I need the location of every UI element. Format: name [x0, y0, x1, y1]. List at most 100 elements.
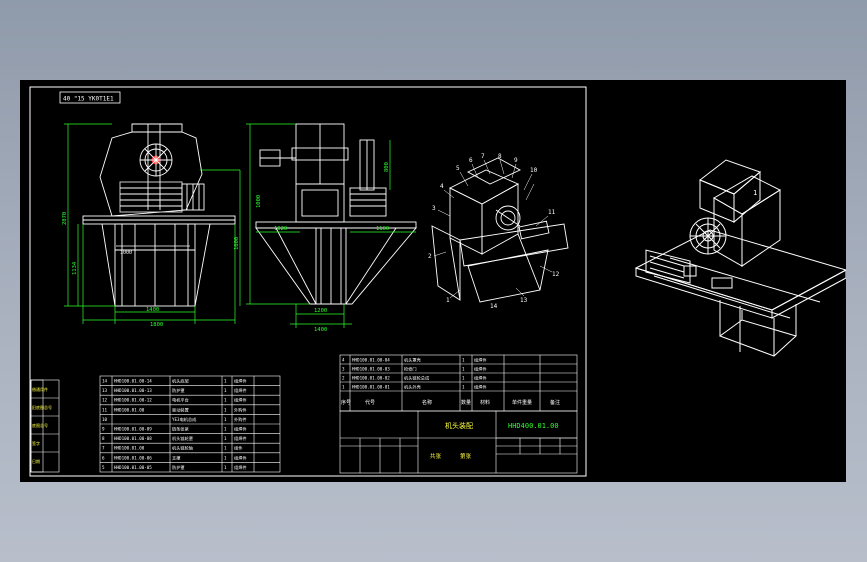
dim-side-top: 800 — [384, 162, 390, 172]
dim-front-base-b: 1800 — [150, 322, 163, 328]
balloon-9: 9 — [514, 157, 518, 164]
dim-side-base-a: 1200 — [314, 308, 327, 314]
part-row-qty: 1 — [224, 465, 227, 470]
part-row-name: 驱动装置 — [172, 406, 189, 413]
parts-header-cell: 代号 — [365, 399, 375, 406]
part-row-name: 防护罩 — [172, 464, 185, 471]
part-row-material: 组焊件 — [474, 366, 487, 373]
balloon-11: 11 — [548, 209, 556, 216]
part-row-name: 电机平台 — [172, 397, 189, 404]
part-row-name: 机头外壳 — [404, 384, 422, 391]
balloon-5: 5 — [456, 165, 460, 172]
part-row-qty: 1 — [224, 436, 227, 441]
part-row-material: 组焊件 — [234, 426, 247, 433]
part-row-qty: 1 — [224, 398, 227, 403]
part-row-no: 11 — [102, 407, 108, 412]
parts-header-cell: 名称 — [422, 399, 432, 406]
cad-drawing: 40 "15 YK0T1E1 2870 1134 1000 1400 1800 … — [29, 86, 846, 477]
part-row-no: 10 — [102, 417, 108, 422]
part-row-no: 3 — [342, 367, 345, 372]
part-row-qty: 1 — [462, 367, 465, 372]
part-row-code: HHD100.01.00-05 — [114, 465, 152, 470]
left-label-2: 底图总号 — [32, 422, 48, 428]
part-row-code: HHD100.01.00-09 — [114, 427, 152, 432]
side-view — [255, 123, 417, 305]
part-row-material: 组焊件 — [474, 375, 487, 382]
part-row-code: HHD100.01.00-13 — [114, 388, 152, 393]
balloon-8: 8 — [498, 153, 502, 160]
isometric-render — [634, 159, 846, 357]
dim-side-base-b: 1400 — [314, 327, 327, 333]
part-row-qty: 1 — [224, 427, 227, 432]
balloon-1: 1 — [446, 297, 450, 304]
part-row-code: HHD100.01.00-02 — [352, 376, 390, 381]
part-row-code: HHD100.01.00-12 — [114, 398, 152, 403]
part-row-no: 5 — [102, 465, 105, 470]
left-label-3: 签字 — [32, 440, 40, 446]
part-row-qty: 1 — [462, 358, 465, 363]
part-row-qty: 1 — [224, 388, 227, 393]
part-row-qty: 1 — [224, 417, 227, 422]
dim-front-top: 1000 — [120, 250, 132, 256]
balloon-labels: 5 6 7 8 9 10 4 3 2 1 11 12 13 14 — [428, 153, 560, 310]
isometric-view-small — [431, 157, 569, 303]
balloon-12: 12 — [552, 271, 560, 278]
part-row-material: 组焊件 — [234, 454, 247, 461]
parts-header-cell: 单件重量 — [512, 399, 532, 406]
sheet-frame — [29, 86, 587, 477]
part-row-qty: 1 — [462, 385, 465, 390]
count-label: 共张 — [430, 452, 442, 460]
dim-front-lower: 1000 — [234, 237, 240, 250]
balloon-2: 2 — [428, 253, 432, 260]
part-row-no: 13 — [102, 388, 108, 393]
part-row-code: HHD100.01.00-04 — [352, 358, 390, 363]
dim-front-height: 2870 — [62, 212, 68, 225]
balloon-13: 13 — [520, 297, 528, 304]
part-row-code: HHD100.01.00 — [114, 446, 145, 451]
part-row-no: 2 — [342, 376, 345, 381]
dim-front-base-a: 1400 — [146, 307, 159, 313]
part-row-code: HHD100.01.00 — [114, 407, 145, 412]
assembly-name: 机头装配 — [445, 421, 473, 430]
part-row-material: 组焊件 — [234, 435, 247, 442]
part-row-name: 防护罩 — [172, 387, 185, 394]
part-row-material: 组焊件 — [234, 464, 247, 471]
left-label-1: 旧底图总号 — [32, 404, 52, 410]
part-row-qty: 1 — [224, 455, 227, 460]
left-label-4: 日期 — [32, 458, 40, 464]
left-label-0: 借通用件 — [32, 386, 48, 392]
part-row-name: 机头罩壳 — [404, 357, 422, 364]
part-row-material: 组焊件 — [474, 357, 487, 364]
part-row-no: 6 — [102, 455, 105, 460]
part-row-no: 1 — [342, 385, 345, 390]
part-row-name: 机头链轮罩 — [172, 435, 193, 442]
part-row-name: 检修门 — [404, 366, 417, 373]
part-row-name: 支撑 — [172, 454, 181, 461]
corner-label: 40 "15 YK0T1E1 — [63, 96, 114, 103]
parts-table-header: 序号 代号 名称 数量 材料 单件重量 备注 — [341, 399, 560, 406]
part-row-no: 12 — [102, 398, 108, 403]
part-row-no: 14 — [102, 379, 108, 384]
dim-side-width: 1020 — [274, 226, 287, 232]
part-row-code: HHD100.01.00-06 — [114, 455, 152, 460]
parts-header-cell: 序号 — [341, 399, 351, 406]
balloon-7: 7 — [481, 153, 485, 160]
part-row-name: 机头链轮轴 — [172, 445, 193, 452]
part-row-material: 组件 — [234, 445, 242, 452]
render-mark: 1 — [753, 189, 757, 197]
part-row-material: 组焊件 — [234, 387, 247, 394]
part-row-code: HHD100.01.00-01 — [352, 385, 390, 390]
drawing-canvas: 40 "15 YK0T1E1 2870 1134 1000 1400 1800 … — [20, 80, 846, 482]
part-row-qty: 1 — [224, 407, 227, 412]
part-row-no: 9 — [102, 427, 105, 432]
dim-front-mid: 1134 — [72, 261, 78, 275]
part-row-no: 7 — [102, 446, 105, 451]
sheet-label: 第张 — [460, 452, 472, 460]
part-row-name: 机头链轮总成 — [404, 375, 429, 382]
balloon-14: 14 — [490, 303, 498, 310]
balloon-10: 10 — [530, 167, 538, 174]
dim-side-right: 1100 — [376, 226, 389, 232]
part-row-name: 机头底架 — [172, 378, 189, 385]
parts-header-cell: 数量 — [461, 399, 471, 406]
part-row-no: 8 — [102, 436, 105, 441]
